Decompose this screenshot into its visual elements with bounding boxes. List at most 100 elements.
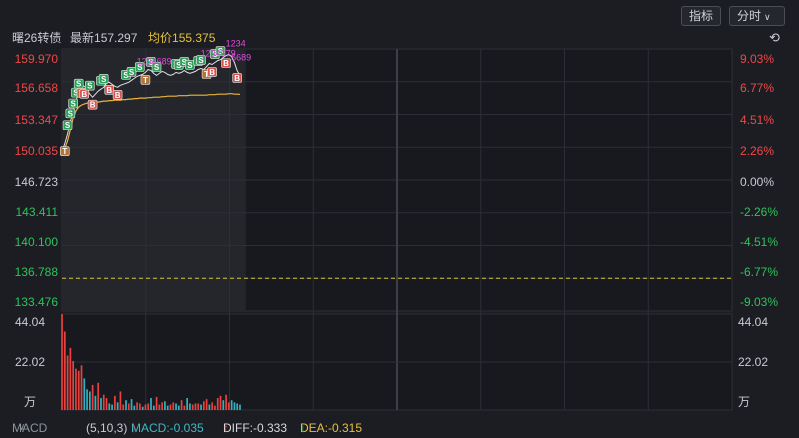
price-tick-left: 156.658 <box>15 81 59 95</box>
pct-tick-right: 4.51% <box>740 113 774 127</box>
pct-tick-right: 2.26% <box>740 144 774 158</box>
trade-marker: B <box>104 85 115 95</box>
macd-text: MACD:-0.035 <box>131 421 204 435</box>
volume-bar <box>222 400 225 410</box>
volume-bar <box>114 395 116 410</box>
volume-bar <box>183 405 186 410</box>
price-tick-left: 136.788 <box>15 265 59 279</box>
price-tick-left: 133.476 <box>15 295 59 309</box>
trade-marker-label: S <box>70 99 76 108</box>
trade-marker-label: B <box>223 59 229 68</box>
trade-marker: B <box>207 67 217 77</box>
trade-marker-label: S <box>68 109 74 118</box>
volume-bar <box>61 314 63 410</box>
volume-bar <box>111 404 113 410</box>
volume-bar <box>125 400 127 410</box>
arrow-up-icon: ↑ <box>131 421 137 435</box>
volume-bar <box>228 402 230 410</box>
trade-marker: T <box>140 75 151 85</box>
annotation-label: 5689 <box>231 52 251 62</box>
volume-bar <box>208 404 211 410</box>
pct-tick-right: 9.03% <box>740 52 774 66</box>
volume-bar <box>177 405 180 410</box>
volume-tick-left-top: 44.04 <box>15 315 45 329</box>
price-tick-left: 153.347 <box>15 113 59 127</box>
volume-bar <box>100 398 102 410</box>
price-tick-left: 143.411 <box>16 205 59 219</box>
pct-tick-right: 6.77% <box>740 81 774 95</box>
trade-marker-label: S <box>187 61 193 70</box>
volume-bar <box>230 400 233 410</box>
pct-tick-right: -6.77% <box>740 265 778 279</box>
volume-bar <box>189 403 191 410</box>
arrow-down-icon: ↓ <box>300 421 306 435</box>
trade-marker: S <box>126 67 137 77</box>
volume-bar <box>63 331 66 410</box>
trade-marker-label: T <box>143 76 148 85</box>
volume-bar <box>77 370 80 410</box>
trade-marker-label: S <box>87 82 93 91</box>
volume-bar <box>130 399 133 410</box>
chart-window: 指标 分时 ∨ 曙26转债 最新157.297 均价155.375 ⟲ 159.9… <box>0 0 799 438</box>
volume-bar <box>139 403 141 410</box>
annotation-label: 1234689 <box>137 56 172 66</box>
volume-bar <box>211 402 214 410</box>
volume-bar <box>119 391 122 410</box>
trade-marker-label: S <box>101 75 107 84</box>
indicator-params: (5,10,3) <box>86 421 128 435</box>
price-tick-left: 146.723 <box>15 175 59 189</box>
volume-bar <box>191 404 194 410</box>
volume-bar <box>219 395 222 410</box>
trade-marker-label: S <box>129 68 135 77</box>
volume-bar <box>72 360 75 410</box>
intraday-chart[interactable]: 159.970 156.658 153.347 150.035 146.723 … <box>0 0 799 418</box>
volume-bar <box>80 365 83 410</box>
price-tick-left: 159.970 <box>15 52 59 66</box>
volume-bar <box>169 404 172 410</box>
volume-bar <box>69 347 72 410</box>
indicator-bar: MACD ∨ (5,10,3) MACD:-0.035 ↑ DIFF:-0.333 ↑… <box>0 418 799 438</box>
volume-bar <box>180 400 183 410</box>
volume-bar <box>97 382 100 410</box>
pct-tick-right: -9.03% <box>740 295 778 309</box>
volume-bar <box>216 398 219 410</box>
trade-marker-label: B <box>115 91 121 100</box>
volume-bar <box>155 396 158 410</box>
volume-tick-right-top: 44.04 <box>738 315 768 329</box>
volume-unit-left: 万 <box>24 395 36 409</box>
diff-text: DIFF:-0.333 <box>223 421 288 435</box>
trade-marker: B <box>87 99 98 110</box>
volume-bar <box>108 403 111 410</box>
volume-bar <box>150 398 152 410</box>
trade-marker: B <box>79 88 90 99</box>
volume-bar <box>83 378 86 410</box>
volume-bar <box>144 404 147 410</box>
price-tick-left: 140.100 <box>15 235 59 249</box>
trade-marker-label: B <box>106 86 112 95</box>
volume-bar <box>102 394 105 410</box>
volume-bar <box>136 402 138 410</box>
volume-bar <box>200 404 202 410</box>
volume-bar <box>236 403 239 410</box>
volume-bar <box>175 403 177 410</box>
chevron-down-icon: ∨ <box>18 422 26 433</box>
volume-bar <box>127 403 130 410</box>
volume-tick-left-mid: 22.02 <box>15 355 45 369</box>
volume-bar <box>86 389 88 410</box>
dea-text: DEA:-0.315 <box>300 421 363 435</box>
volume-bar <box>66 355 69 410</box>
volume-bar <box>122 404 125 410</box>
volume-bar <box>94 395 97 410</box>
trade-marker: S <box>185 60 195 70</box>
volume-bar <box>158 404 161 410</box>
volume-bar <box>152 405 155 410</box>
volume-bar <box>91 384 94 410</box>
volume-bar <box>133 405 136 410</box>
volume-bar <box>105 398 108 410</box>
volume-bar <box>161 402 163 410</box>
trade-marker: B <box>221 58 231 68</box>
trade-marker-label: B <box>90 101 96 110</box>
trade-marker-label: B <box>81 90 87 99</box>
volume-bar <box>75 368 77 410</box>
trade-marker: S <box>62 120 73 130</box>
